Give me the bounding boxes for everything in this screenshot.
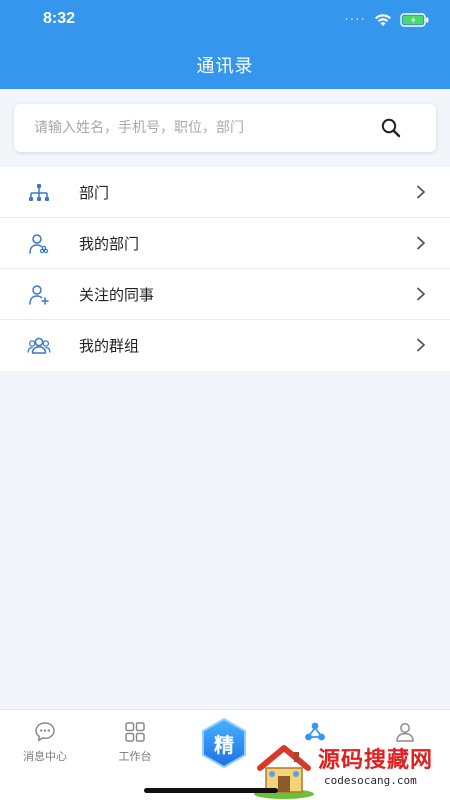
chevron-right-icon — [417, 338, 425, 352]
user-group-icon — [29, 234, 49, 254]
watermark-title: 源码搜藏网 — [318, 748, 434, 773]
menu-item-label: 我的部门 — [79, 235, 140, 253]
status-icons: ···· — [344, 12, 430, 28]
watermark-url: codesocang.com — [324, 774, 417, 787]
menu-item-label: 关注的同事 — [79, 286, 155, 304]
app-header: 8:32 ···· 通讯录 — [0, 0, 450, 89]
tab-workbench[interactable]: 工作台 — [90, 710, 180, 780]
menu-item-my-department[interactable]: 我的部门 — [0, 218, 450, 269]
menu-item-departments[interactable]: 部门 — [0, 167, 450, 218]
tab-label: 消息中心 — [23, 750, 67, 763]
tab-label: 工作台 — [118, 750, 152, 763]
home-indicator — [144, 788, 278, 793]
chat-icon — [35, 722, 55, 742]
search-box — [14, 104, 436, 152]
battery-icon — [400, 13, 429, 27]
group-icon — [27, 337, 51, 354]
status-time: 8:32 — [43, 10, 76, 27]
menu-item-my-groups[interactable]: 我的群组 — [0, 320, 450, 371]
search-icon[interactable] — [380, 117, 402, 139]
watermark: 源码搜藏网 codesocang.com — [250, 738, 450, 800]
tab-message-center[interactable]: 消息中心 — [0, 710, 90, 780]
menu-item-followed-colleagues[interactable]: 关注的同事 — [0, 269, 450, 320]
search-input[interactable] — [34, 104, 374, 152]
chevron-right-icon — [417, 236, 425, 250]
signal-dots: ···· — [344, 12, 366, 28]
tab-featured-label: 精 — [214, 733, 234, 757]
grid-icon — [125, 722, 145, 742]
menu-item-label: 部门 — [79, 184, 110, 202]
status-bar: 8:32 ···· — [0, 0, 450, 40]
tab-featured[interactable]: 精 — [198, 717, 250, 769]
contacts-menu: 部门 我的部门 关注的同事 我的群组 — [0, 167, 450, 371]
org-chart-icon — [29, 184, 49, 201]
page-title: 通讯录 — [196, 56, 254, 77]
wifi-icon — [375, 14, 391, 26]
chevron-right-icon — [417, 287, 425, 301]
chevron-right-icon — [417, 185, 425, 199]
user-add-icon — [29, 285, 49, 305]
menu-item-label: 我的群组 — [79, 337, 140, 355]
